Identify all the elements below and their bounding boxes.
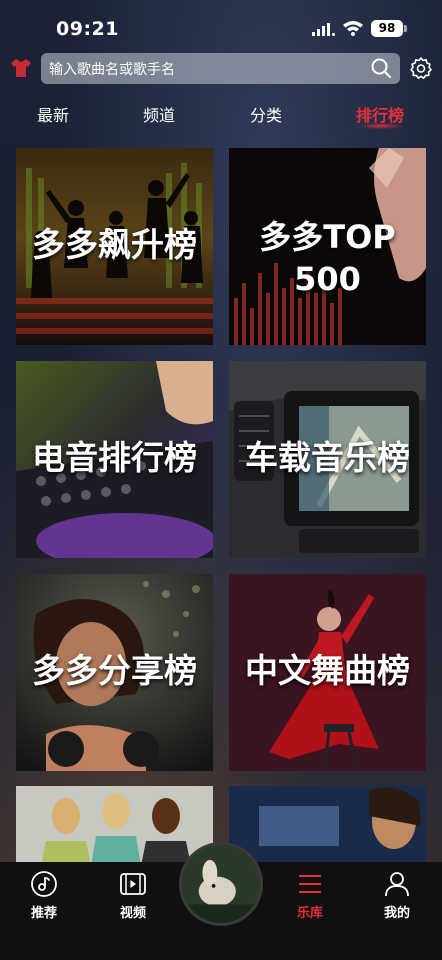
settings-gear-icon[interactable]: [409, 56, 433, 80]
chart-tile-electronic[interactable]: 电音排行榜: [16, 361, 213, 558]
menu-lines-icon: [299, 875, 321, 893]
status-time: 09:21: [56, 18, 119, 40]
chart-tile-car-music[interactable]: 车载音乐榜: [229, 361, 426, 558]
music-disc-icon: [31, 871, 57, 897]
now-playing-disc-button[interactable]: [179, 842, 263, 926]
chart-title: 多多分享榜: [32, 651, 197, 690]
chart-tile-top500[interactable]: 多多TOP 500: [229, 148, 426, 345]
signal-icon: [312, 23, 335, 36]
chart-title: 车载音乐榜: [245, 438, 410, 477]
person-icon: [385, 872, 409, 897]
nav-label: 视频: [119, 906, 146, 921]
search-icon[interactable]: [370, 57, 392, 79]
nav-library[interactable]: 乐库: [280, 870, 340, 921]
tab-categories[interactable]: 分类: [250, 102, 282, 126]
album-cover-image: [182, 845, 260, 923]
chart-tile-partial-left[interactable]: [16, 786, 213, 866]
chart-tile-partial-right[interactable]: [229, 786, 426, 866]
nav-label: 推荐: [30, 906, 57, 921]
chart-title: 中文舞曲榜: [245, 651, 410, 690]
nav-label: 乐库: [296, 906, 323, 921]
tab-channels[interactable]: 频道: [143, 102, 175, 126]
video-icon: [120, 873, 146, 895]
chart-tile-soaring[interactable]: 多多飙升榜: [16, 148, 213, 345]
chart-title: 多多飙升榜: [32, 225, 197, 264]
tab-latest[interactable]: 最新: [37, 102, 69, 126]
category-tabs: 最新 频道 分类 排行榜: [0, 96, 442, 132]
search-placeholder: 输入歌曲名或歌手名: [49, 62, 175, 78]
status-bar: 09:21 98: [0, 0, 442, 52]
nav-profile[interactable]: 我的: [367, 870, 427, 921]
skin-shirt-icon[interactable]: [10, 58, 32, 78]
concert-artwork: [229, 786, 426, 866]
battery-tip: [404, 25, 407, 32]
search-input[interactable]: 输入歌曲名或歌手名: [41, 53, 400, 84]
nav-recommend[interactable]: 推荐: [14, 870, 74, 921]
battery-indicator: 98: [371, 20, 403, 37]
chart-tile-share[interactable]: 多多分享榜: [16, 574, 213, 771]
active-tab-indicator: [360, 123, 402, 129]
chart-tile-chinese-dance[interactable]: 中文舞曲榜: [229, 574, 426, 771]
chart-title: 多多TOP 500: [259, 218, 396, 298]
nav-video[interactable]: 视频: [103, 870, 163, 921]
girls-group-artwork: [16, 786, 213, 866]
wifi-icon: [343, 21, 363, 36]
nav-label: 我的: [383, 906, 410, 921]
chart-title: 电音排行榜: [32, 438, 197, 477]
